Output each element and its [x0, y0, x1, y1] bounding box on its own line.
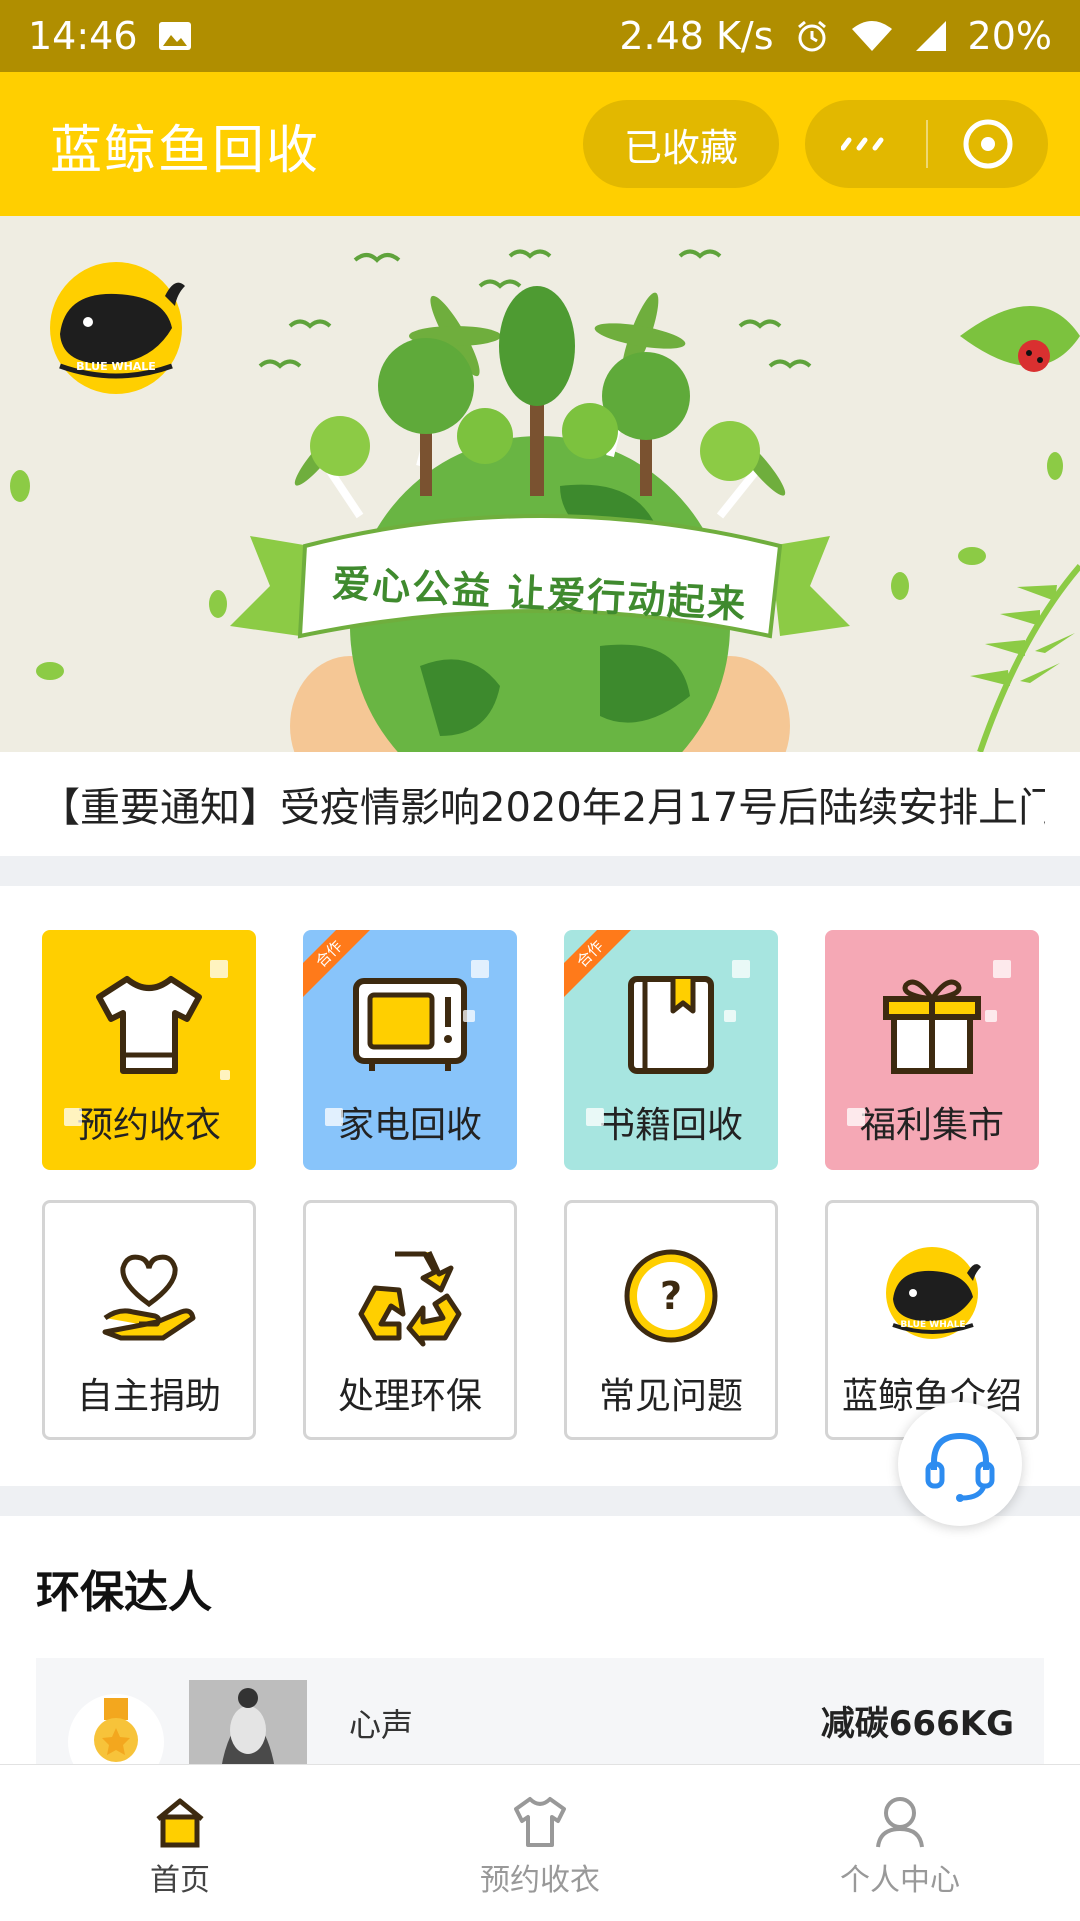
notice-bar[interactable]: 【重要通知】受疫情影响2020年2月17号后陆续安排上门 — [0, 752, 1080, 856]
status-bar: 14:46 2.48 K/s 20% — [0, 0, 1080, 72]
service-tile-appliance[interactable]: 合作 家电回收 — [303, 930, 517, 1170]
app-header: 蓝鲸鱼回收 已收藏 — [0, 72, 1080, 216]
customer-service-button[interactable] — [898, 1402, 1022, 1526]
service-tile-donate[interactable]: 自主捐助 — [42, 1200, 256, 1440]
recycle-icon — [355, 1241, 465, 1351]
service-tile-market[interactable]: 福利集市 — [825, 930, 1039, 1170]
tshirt-icon — [91, 970, 207, 1080]
whale-logo-icon: BLUE WHALE — [877, 1241, 987, 1351]
app-title: 蓝鲸鱼回收 — [50, 121, 321, 181]
user-icon — [876, 1797, 924, 1848]
wifi-icon — [850, 19, 894, 53]
tab-label: 个人中心 — [840, 1863, 960, 1898]
tab-label: 首页 — [150, 1863, 210, 1898]
close-circle-icon — [963, 119, 1013, 169]
section-title: 环保达人 — [36, 1567, 212, 1618]
tab-profile[interactable]: 个人中心 — [720, 1765, 1080, 1921]
more-icon — [841, 137, 884, 151]
service-label: 预约收衣 — [76, 1105, 221, 1146]
service-label: 福利集市 — [859, 1105, 1004, 1146]
banner-illustration: BLUE WHALE — [10, 249, 1080, 752]
service-label: 书籍回收 — [598, 1105, 743, 1146]
banner-logo-text: BLUE WHALE — [76, 360, 156, 373]
tv-icon — [350, 970, 470, 1080]
medal-icon — [66, 1688, 166, 1768]
service-tile-clothes[interactable]: 预约收衣 — [42, 930, 256, 1170]
close-button[interactable] — [928, 100, 1049, 188]
network-speed: 2.48 K/s — [619, 14, 774, 58]
ranking-row[interactable]: 心声 减碳666KG — [36, 1658, 1044, 1768]
home-icon — [156, 1798, 204, 1848]
more-button[interactable] — [805, 100, 926, 188]
book-icon — [623, 970, 719, 1080]
image-icon — [158, 21, 192, 51]
tab-home[interactable]: 首页 — [0, 1765, 360, 1921]
ranking-name: 心声 — [349, 1706, 414, 1744]
about-logo-text: BLUE WHALE — [900, 1320, 965, 1330]
service-label: 家电回收 — [337, 1105, 482, 1146]
ranking-value: 减碳666KG — [820, 1704, 1014, 1744]
service-tile-recycle[interactable]: 处理环保 — [303, 1200, 517, 1440]
alarm-icon — [794, 18, 830, 54]
service-tile-faq[interactable]: ? 常见问题 — [564, 1200, 778, 1440]
avatar — [189, 1680, 307, 1768]
status-time: 14:46 — [28, 14, 138, 58]
signal-icon — [914, 19, 948, 53]
service-tile-about[interactable]: BLUE WHALE 蓝鲸鱼介绍 — [825, 1200, 1039, 1440]
battery-level: 20% — [967, 14, 1052, 58]
service-label: 自主捐助 — [76, 1376, 221, 1417]
mini-program-capsule — [805, 100, 1048, 188]
favorite-button[interactable]: 已收藏 — [583, 100, 779, 188]
tab-book-pickup[interactable]: 预约收衣 — [360, 1765, 720, 1921]
service-label: 常见问题 — [598, 1376, 743, 1417]
bottom-tab-bar: 首页 预约收衣 个人中心 — [0, 1764, 1080, 1921]
svg-text:?: ? — [660, 1274, 682, 1318]
tshirt-icon — [514, 1797, 566, 1847]
heart-hand-icon — [99, 1241, 199, 1351]
gift-icon — [880, 970, 984, 1080]
service-label: 处理环保 — [337, 1376, 482, 1417]
question-icon: ? — [621, 1241, 721, 1351]
promo-banner[interactable]: BLUE WHALE 爱心公益 让爱行动起来 — [0, 216, 1080, 752]
service-tile-books[interactable]: 合作 书籍回收 — [564, 930, 778, 1170]
section-divider — [0, 856, 1080, 886]
headset-icon — [925, 1432, 995, 1502]
tab-label: 预约收衣 — [480, 1863, 600, 1898]
notice-text: 【重要通知】受疫情影响2020年2月17号后陆续安排上门 — [40, 785, 1045, 831]
